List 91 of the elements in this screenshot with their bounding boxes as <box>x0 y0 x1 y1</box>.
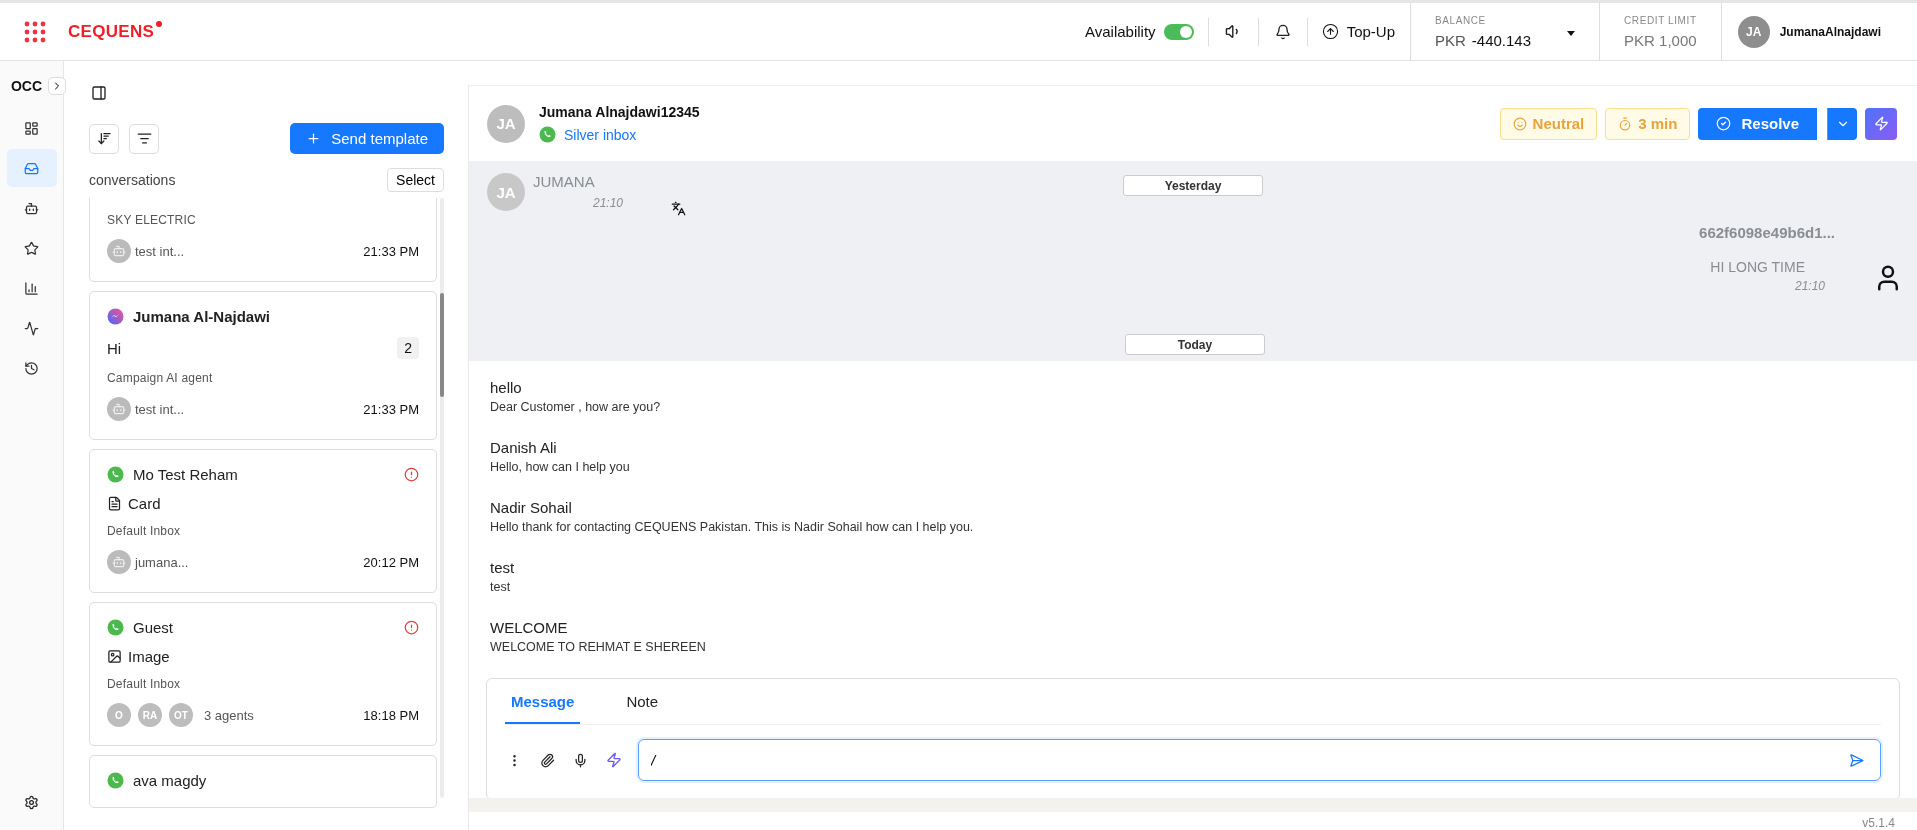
settings-icon[interactable] <box>22 793 41 812</box>
credit-limit-label: CREDIT LIMIT <box>1624 14 1697 26</box>
contact-name: ava magdy <box>133 772 207 789</box>
conversations-heading: conversations <box>89 172 176 188</box>
contact-name: Guest <box>133 619 174 636</box>
user-name: JumanaAlnajdawi <box>1779 24 1881 39</box>
unread-count: 2 <box>397 337 419 359</box>
workspace-title: OCC <box>10 78 43 94</box>
inbox-name: SKY ELECTRIC <box>107 213 197 227</box>
inbox-link[interactable]: Silver inbox <box>564 126 637 143</box>
agent-name: test int... <box>135 243 185 259</box>
message-title: Nadir Sohail <box>490 499 573 516</box>
conversation-card[interactable]: Guest Image Default Inbox O RA OT 3 agents 18:18 PM <box>89 602 437 746</box>
version-label: v5.1.4 <box>1862 816 1895 830</box>
balance-label: BALANCE <box>1435 14 1487 26</box>
agent-avatar: OT <box>169 703 193 727</box>
whatsapp-icon <box>539 126 556 143</box>
dropdown-caret-icon[interactable] <box>1567 30 1576 36</box>
resolve-button[interactable]: Resolve <box>1698 107 1817 140</box>
lightning-button[interactable] <box>1865 107 1897 140</box>
sender-name: 662f6098e49b6d1... <box>1699 224 1835 241</box>
inbox-name: Default Inbox <box>107 524 182 538</box>
conversation-card[interactable]: SKY ELECTRIC test int... 21:33 PM <box>89 198 437 282</box>
message-text: test <box>490 580 512 594</box>
message-time: 21:10 <box>593 196 624 210</box>
translate-icon[interactable] <box>671 201 687 216</box>
filter-icon <box>136 131 152 146</box>
bot-avatar <box>107 239 131 263</box>
message-preview: Image <box>107 648 170 665</box>
plus-icon <box>306 131 322 146</box>
contact-avatar: JA <box>487 104 525 143</box>
message-time: 21:10 <box>1794 279 1825 293</box>
conversation-card[interactable]: Jumana Al-Najdawi Hi 2 Campaign AI agent test int... 21:33 PM <box>89 291 437 440</box>
timer-badge: 3 min <box>1605 107 1691 140</box>
message-preview: Card <box>107 495 161 512</box>
lightning-icon <box>1873 116 1889 131</box>
select-button[interactable]: Select <box>387 168 444 192</box>
agents-count: 3 agents <box>204 707 254 723</box>
message-title: hello <box>490 379 523 396</box>
message-preview: Hi <box>107 339 122 357</box>
arrow-up-circle-icon <box>1321 23 1339 40</box>
filter-button[interactable] <box>129 123 159 154</box>
contact-name: Mo Test Reham <box>133 466 238 483</box>
message-title: test <box>490 559 516 576</box>
agent-name: test int... <box>135 401 185 417</box>
app-grid-icon[interactable] <box>24 20 46 43</box>
inbox-icon[interactable] <box>6 149 57 187</box>
message-text: Hello, how can I help you <box>490 460 631 474</box>
sender-name: JUMANA <box>533 173 595 190</box>
message-text: WELCOME TO REHMAT E SHEREEN <box>490 640 707 654</box>
message-title: WELCOME <box>490 619 569 636</box>
bot-avatar <box>107 550 131 574</box>
send-template-button[interactable]: Send template <box>290 123 444 154</box>
expand-button[interactable] <box>48 77 67 95</box>
bot-avatar <box>107 397 131 421</box>
conversation-time: 18:18 PM <box>363 707 419 723</box>
agent-avatar: O <box>107 703 131 727</box>
message-field[interactable]: / <box>638 739 1881 781</box>
agent-avatar: RA <box>138 703 162 727</box>
message-text: Hello thank for contacting CEQUENS Pakistan. This is Nadir Sohail how can I help you. <box>490 520 975 534</box>
agent-name: jumana... <box>135 554 189 570</box>
message-text: Dear Customer , how are you? <box>490 400 662 414</box>
conversation-card[interactable]: ava magdy <box>89 755 437 808</box>
conversation-time: 21:33 PM <box>363 243 419 259</box>
conversation-time: 21:33 PM <box>363 401 419 417</box>
availability-toggle[interactable] <box>1163 23 1194 40</box>
contact-name: Jumana Al-Najdawi <box>133 308 270 325</box>
availability-label: Availability <box>1085 23 1156 40</box>
balance-amount: -440.143 <box>1471 31 1532 49</box>
inbox-name: Campaign AI agent <box>107 371 214 385</box>
message-text: HI LONG TIME <box>1710 259 1805 275</box>
credit-limit-value: PKR 1,000 <box>1624 31 1697 49</box>
brand-logo: CEQUENS <box>68 21 163 42</box>
sort-button[interactable] <box>89 123 119 154</box>
inbox-name: Default Inbox <box>107 677 182 691</box>
composer-tab[interactable]: Note <box>620 679 665 724</box>
lightning-icon[interactable] <box>604 750 624 770</box>
check-circle-icon <box>1716 116 1732 131</box>
conversation-time: 20:12 PM <box>363 554 419 570</box>
top-up-button[interactable]: Top-Up <box>1321 23 1395 40</box>
resolve-options-button[interactable] <box>1827 107 1857 140</box>
sentiment-badge: Neutral <box>1499 107 1598 140</box>
message-title: Danish Ali <box>490 439 558 456</box>
conversation-card[interactable]: Mo Test Reham Card Default Inbox jumana... 20:12 PM <box>89 449 437 593</box>
currency-label: PKR <box>1435 31 1466 49</box>
composer-tab[interactable]: Message <box>505 679 581 724</box>
contact-name: Jumana Alnajdawi12345 <box>539 104 700 120</box>
scrollbar-thumb[interactable] <box>440 293 444 397</box>
sort-icon <box>96 131 112 146</box>
message-input[interactable]: / <box>649 750 1847 770</box>
panel-toggle-icon[interactable] <box>89 83 109 103</box>
